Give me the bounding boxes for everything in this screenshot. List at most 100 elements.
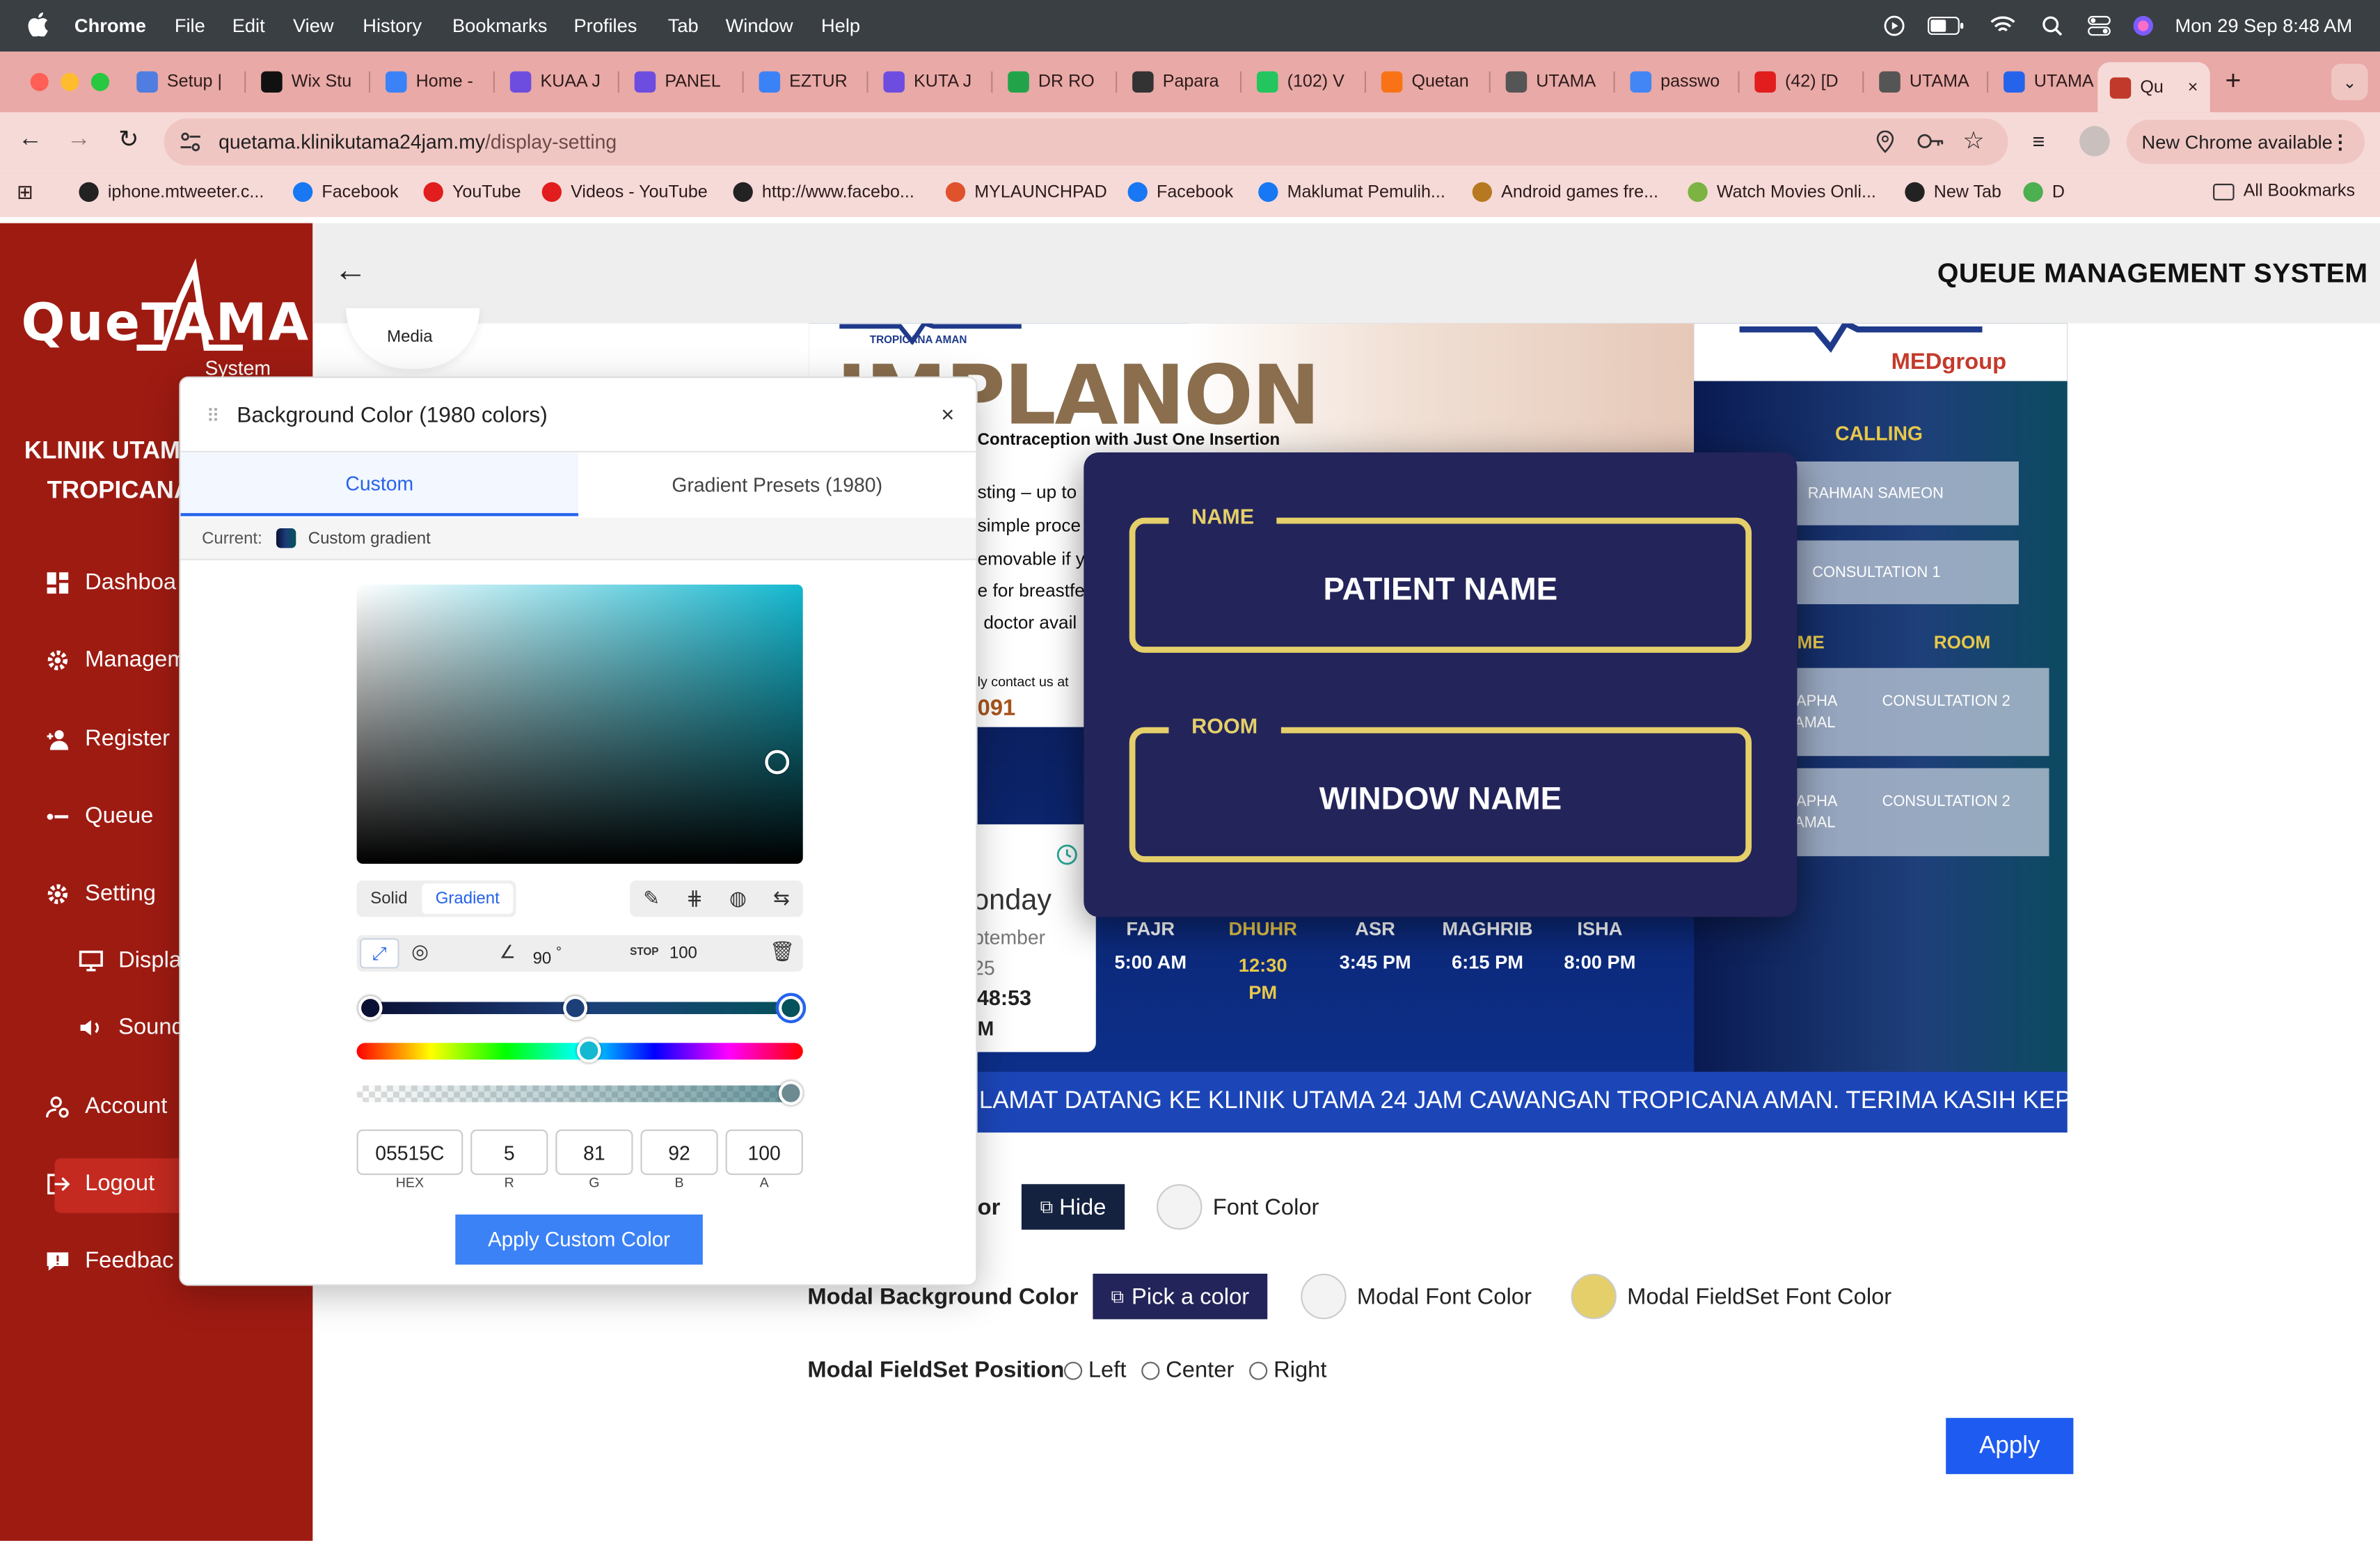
nav-management[interactable]: Managem xyxy=(45,647,187,672)
bookmark-item[interactable]: http://www.facebo... xyxy=(733,182,914,203)
media-card[interactable]: Media xyxy=(346,308,480,370)
nav-setting[interactable]: Setting xyxy=(45,880,156,906)
close-icon[interactable]: × xyxy=(941,402,954,428)
gradient-stop-handle[interactable] xyxy=(563,995,588,1020)
media-control-icon[interactable]: ≡ xyxy=(2033,129,2045,153)
close-tab-icon[interactable]: × xyxy=(2188,78,2198,96)
password-key-icon[interactable] xyxy=(1917,132,1944,150)
nav-sound[interactable]: Sound xyxy=(79,1014,184,1040)
browser-tab[interactable]: KUTA J xyxy=(871,62,993,102)
apply-custom-color-button[interactable]: Apply Custom Color xyxy=(455,1214,703,1265)
font-color-swatch[interactable] xyxy=(1157,1184,1203,1230)
hue-slider[interactable] xyxy=(356,1038,803,1063)
minimize-window-button[interactable] xyxy=(61,72,79,91)
drag-handle-icon[interactable]: ⠿ xyxy=(207,405,220,427)
bookmark-item[interactable]: YouTube xyxy=(423,182,521,203)
browser-tab[interactable]: DR RO xyxy=(996,62,1118,102)
tab-gradient-presets[interactable]: Gradient Presets (1980) xyxy=(578,452,976,516)
kebab-menu-icon[interactable]: ⋮ xyxy=(2331,131,2349,154)
menu-view[interactable]: View xyxy=(293,15,334,37)
menu-file[interactable]: File xyxy=(175,15,205,37)
menu-history[interactable]: History xyxy=(363,15,422,37)
radial-gradient-icon[interactable]: ◎ xyxy=(411,940,429,964)
browser-tab[interactable]: (42) [D xyxy=(1743,62,1864,102)
tab-search-chevron-icon[interactable]: ⌄ xyxy=(2331,63,2368,100)
browser-tab[interactable]: Qu × xyxy=(2097,62,2210,113)
position-right-radio[interactable] xyxy=(1249,1361,1268,1380)
reload-icon[interactable]: ↻ xyxy=(118,125,138,155)
apply-button[interactable]: Apply xyxy=(1946,1418,2074,1474)
browser-tab[interactable]: (102) V xyxy=(1245,62,1367,102)
browser-tab[interactable]: Setup | xyxy=(125,62,246,102)
compare-icon[interactable]: ⇆ xyxy=(773,887,790,911)
nav-register[interactable]: Register xyxy=(45,726,170,752)
alpha-slider[interactable] xyxy=(356,1080,803,1105)
bookmark-item[interactable]: iphone.mtweeter.c... xyxy=(79,182,264,203)
address-bar[interactable]: quetama.klinikutama24jam.my/display-sett… xyxy=(164,118,2008,166)
saturation-area[interactable] xyxy=(356,584,803,864)
menu-edit[interactable]: Edit xyxy=(232,15,265,37)
browser-tab[interactable]: UTAMA xyxy=(1992,62,2113,102)
mode-gradient-button[interactable]: Gradient xyxy=(422,883,514,915)
modal-fieldset-font-color-swatch[interactable] xyxy=(1571,1273,1617,1320)
all-bookmarks-folder[interactable]: All Bookmarks xyxy=(2213,182,2355,200)
browser-tab[interactable]: PANEL xyxy=(622,62,744,102)
control-center-icon[interactable] xyxy=(2087,15,2111,37)
hide-button[interactable]: ⧉ Hide xyxy=(1021,1184,1125,1230)
close-window-button[interactable] xyxy=(30,72,49,91)
browser-tab[interactable]: UTAMA xyxy=(1867,62,1989,102)
saturation-cursor[interactable] xyxy=(765,750,790,775)
nav-dashboard[interactable]: Dashboa xyxy=(45,569,176,595)
siri-icon[interactable] xyxy=(2132,15,2154,37)
browser-tab[interactable]: passwo xyxy=(1618,62,1740,102)
palette-icon[interactable]: ◍ xyxy=(729,887,747,911)
menu-help[interactable]: Help xyxy=(821,15,860,37)
hue-handle[interactable] xyxy=(576,1038,601,1063)
tab-custom[interactable]: Custom xyxy=(180,452,579,516)
menu-bookmarks[interactable]: Bookmarks xyxy=(452,15,547,37)
browser-tab[interactable]: Home - xyxy=(374,62,495,102)
bookmark-item[interactable]: Facebook xyxy=(292,182,399,203)
battery-icon[interactable] xyxy=(1928,16,1964,35)
apps-grid-icon[interactable]: ⊞ xyxy=(17,181,33,205)
r-input[interactable]: 5 xyxy=(470,1129,548,1176)
browser-tab[interactable]: KUAA J xyxy=(498,62,619,102)
new-tab-icon[interactable]: + xyxy=(2226,65,2242,97)
gradient-stop-handle[interactable] xyxy=(358,995,383,1020)
spotlight-search-icon[interactable] xyxy=(2042,15,2063,37)
nav-account[interactable]: Account xyxy=(45,1093,167,1119)
a-input[interactable]: 100 xyxy=(725,1129,803,1176)
nav-logout[interactable]: Logout xyxy=(45,1171,154,1196)
nav-queue[interactable]: Queue xyxy=(45,803,153,829)
advanced-sliders-icon[interactable]: ⋕ xyxy=(686,887,703,911)
pick-a-color-button[interactable]: ⧉ Pick a color xyxy=(1093,1273,1268,1320)
browser-tab[interactable]: Wix Stu xyxy=(249,62,371,102)
bookmark-item[interactable]: MYLAUNCHPAD xyxy=(945,182,1107,203)
browser-tab[interactable]: EZTUR xyxy=(747,62,868,102)
nav-display[interactable]: Displa xyxy=(79,947,182,973)
eyedropper-icon[interactable]: ✎ xyxy=(643,887,660,911)
bookmark-item[interactable]: Android games fre... xyxy=(1472,182,1658,203)
gradient-stop-handle[interactable] xyxy=(775,993,807,1024)
forward-arrow-icon[interactable]: → xyxy=(67,126,91,153)
bookmark-item[interactable]: Watch Movies Onli... xyxy=(1688,182,1876,203)
alpha-handle[interactable] xyxy=(778,1080,803,1105)
angle-value[interactable]: 90 ° xyxy=(533,945,562,968)
browser-tab[interactable]: UTAMA xyxy=(1493,62,1615,102)
site-settings-icon[interactable] xyxy=(179,131,202,154)
play-icon[interactable] xyxy=(1884,15,1905,37)
wifi-icon[interactable] xyxy=(1990,15,2015,35)
location-icon[interactable] xyxy=(1876,130,1894,154)
nav-feedback[interactable]: Feedbac xyxy=(45,1248,173,1274)
back-arrow-icon[interactable]: ← xyxy=(18,126,42,153)
bookmark-item[interactable]: Videos - YouTube xyxy=(541,182,708,203)
b-input[interactable]: 92 xyxy=(640,1129,718,1176)
bookmark-star-icon[interactable]: ☆ xyxy=(1962,126,1984,157)
stop-value[interactable]: 100 xyxy=(669,945,697,963)
browser-tab[interactable]: Papara xyxy=(1120,62,1242,102)
menu-tab[interactable]: Tab xyxy=(668,15,699,37)
back-arrow-icon[interactable]: ← xyxy=(334,251,367,290)
bookmark-item[interactable]: Maklumat Pemulih... xyxy=(1258,182,1445,203)
bookmark-item[interactable]: D xyxy=(2023,182,2065,203)
profile-avatar[interactable] xyxy=(2079,126,2110,157)
